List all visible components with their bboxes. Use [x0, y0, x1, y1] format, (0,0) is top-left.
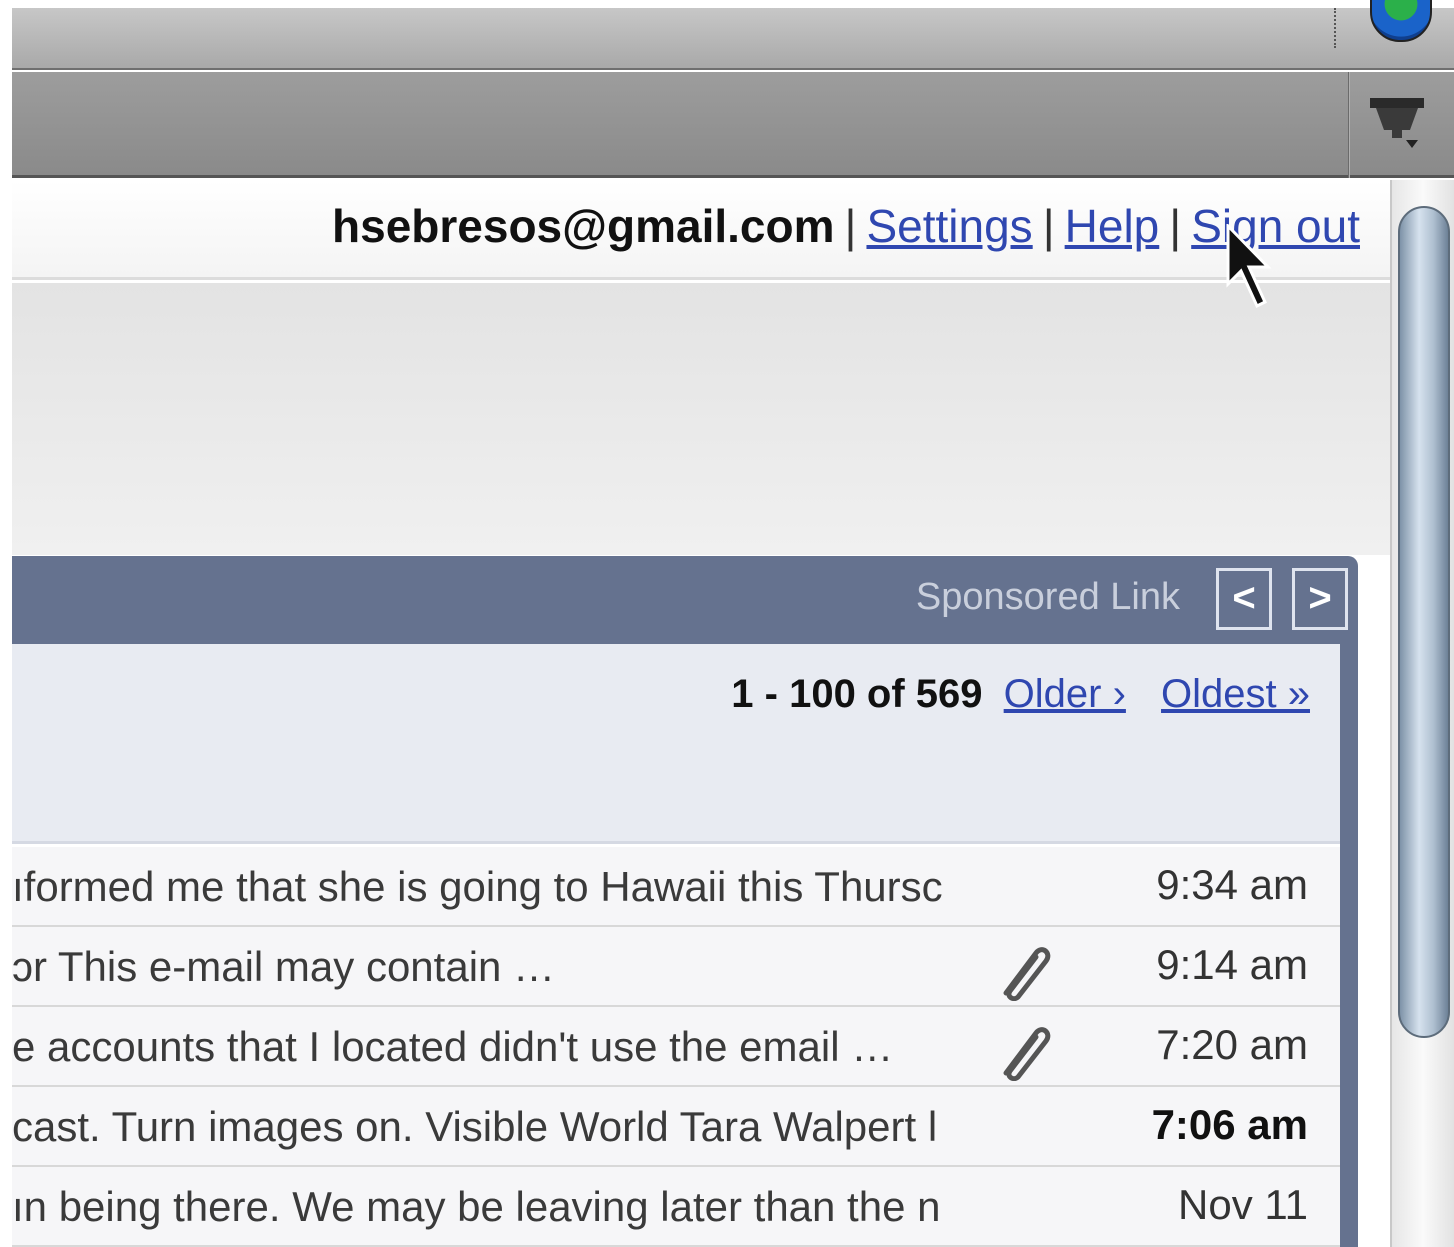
sponsored-link-label[interactable]: Sponsored Link: [916, 576, 1180, 619]
sponsored-bar: Sponsored Link < >: [12, 556, 1358, 644]
browser-titlebar: [12, 0, 1454, 70]
message-snippet[interactable]: ɔr This e-mail may contain …: [12, 943, 960, 991]
globe-icon[interactable]: [1370, 0, 1432, 42]
paperclip-icon: [1003, 1027, 1051, 1081]
mouse-cursor-icon: [1226, 224, 1272, 309]
message-snippet[interactable]: ıformed me that she is going to Hawaii t…: [12, 863, 960, 911]
older-link[interactable]: Older ›: [1004, 672, 1126, 716]
message-snippet[interactable]: e accounts that I located didn't use the…: [12, 1023, 960, 1071]
separator: |: [1042, 200, 1055, 252]
vertical-scrollbar[interactable]: [1390, 180, 1454, 1247]
help-link[interactable]: Help: [1065, 200, 1160, 252]
account-bar: hsebresos@gmail.com | Settings | Help | Sign o…: [12, 180, 1390, 280]
browser-toolbar: [12, 72, 1454, 178]
message-row[interactable]: ıformed me that she is going to Hawaii t…: [12, 847, 1340, 927]
message-row[interactable]: ɔr This e-mail may contain … 9:14 am: [12, 927, 1340, 1007]
sign-out-link[interactable]: Sign out: [1191, 200, 1360, 252]
message-snippet[interactable]: ın being there. We may be leaving later …: [12, 1183, 960, 1231]
separator: |: [844, 200, 857, 252]
settings-link[interactable]: Settings: [866, 200, 1032, 252]
sponsored-next-button[interactable]: >: [1292, 568, 1348, 630]
message-snippet[interactable]: cast. Turn images on. Visible World Tara…: [12, 1103, 960, 1151]
scrollbar-thumb[interactable]: [1398, 206, 1450, 1038]
message-time: 7:20 am: [1156, 1021, 1308, 1068]
list-toolbar: 1 - 100 of 569 Older › Oldest »: [12, 644, 1340, 844]
titlebar-divider: [1334, 8, 1336, 48]
message-time: 9:14 am: [1156, 941, 1308, 988]
paperclip-icon: [1003, 947, 1051, 1001]
message-row[interactable]: cast. Turn images on. Visible World Tara…: [12, 1087, 1340, 1167]
message-row[interactable]: e accounts that I located didn't use the…: [12, 1007, 1340, 1087]
message-list-panel: 1 - 100 of 569 Older › Oldest » ıformed …: [12, 644, 1358, 1247]
header-area: [12, 283, 1390, 555]
message-count: 1 - 100 of 569: [731, 672, 983, 716]
menu-icon[interactable]: [1366, 94, 1428, 152]
toolbar-separator: [1348, 72, 1350, 178]
gmail-page: hsebresos@gmail.com | Settings | Help | Sign o…: [12, 180, 1390, 1247]
separator: |: [1169, 200, 1182, 252]
account-email: hsebresos@gmail.com: [332, 200, 835, 252]
message-row[interactable]: ın being there. We may be leaving later …: [12, 1167, 1340, 1247]
message-time: Nov 11: [1178, 1181, 1308, 1228]
message-time: 9:34 am: [1156, 861, 1308, 908]
oldest-link[interactable]: Oldest »: [1161, 672, 1310, 716]
sponsored-prev-button[interactable]: <: [1216, 568, 1272, 630]
user-links: hsebresos@gmail.com | Settings | Help | Sign o…: [332, 196, 1360, 256]
message-time: 7:06 am: [1151, 1101, 1308, 1148]
pagination: 1 - 100 of 569 Older › Oldest »: [731, 672, 1310, 717]
